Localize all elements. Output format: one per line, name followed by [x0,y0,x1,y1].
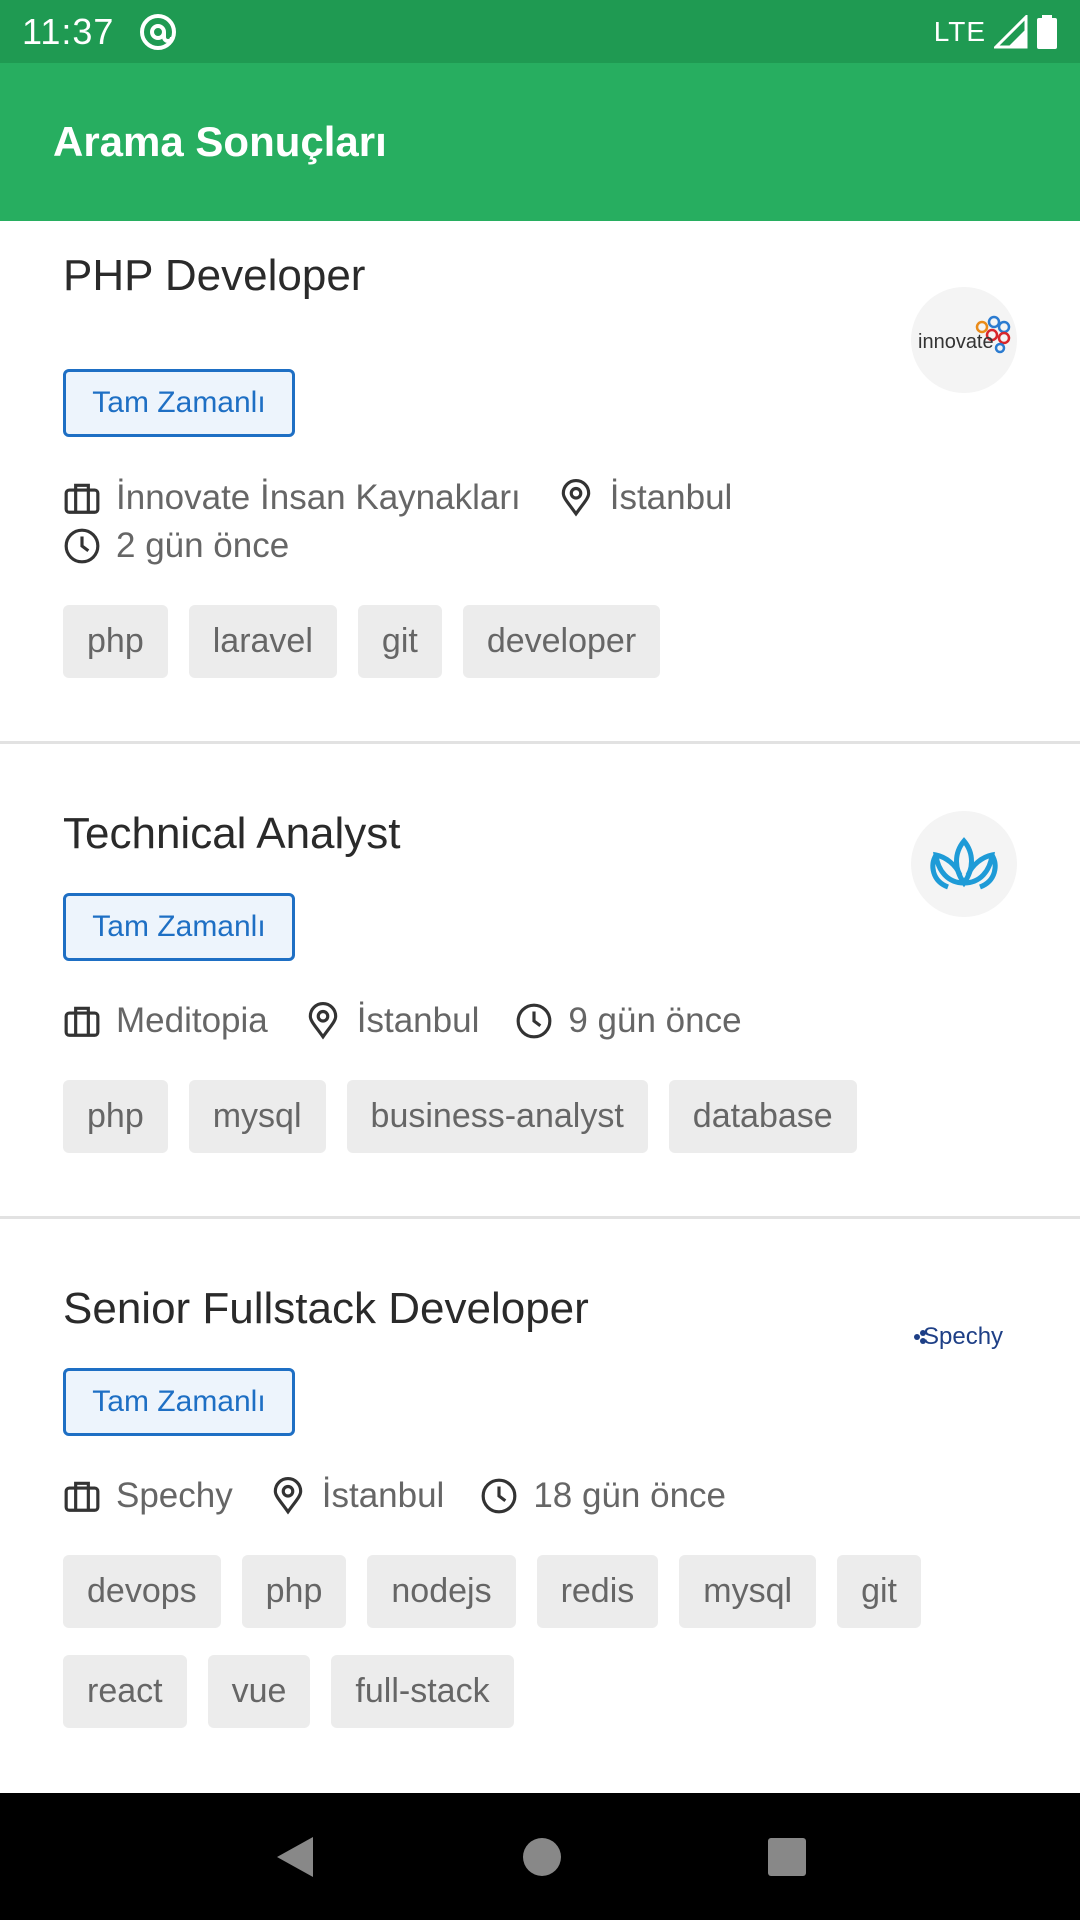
tag[interactable]: php [241,1555,347,1628]
tag[interactable]: nodejs [367,1555,516,1628]
tag[interactable]: git [837,1555,921,1628]
clock-icon [516,1003,552,1039]
job-title: Technical Analyst [63,809,401,858]
tag[interactable]: php [63,1080,168,1153]
tag[interactable]: vue [207,1655,311,1728]
tag[interactable]: php [63,605,168,678]
location-pin-icon [273,1477,303,1515]
employment-type-badge: Tam Zamanlı [63,893,295,961]
tag[interactable]: developer [462,605,661,678]
clock-icon [481,1478,517,1514]
status-bar: 11:37 LTE [0,0,1080,63]
location-info: İstanbul [269,1476,445,1516]
briefcase-icon [64,1006,100,1037]
location-pin-icon [308,1002,338,1040]
page-title: Arama Sonuçları [53,118,387,165]
job-card[interactable]: PHP Developer innovate Tam Zamanlı İnnov… [0,221,1080,744]
briefcase-icon [64,483,100,514]
tag[interactable]: git [357,605,442,678]
clock-icon [64,528,100,564]
company-info: Spechy [63,1476,233,1516]
tag[interactable]: redis [536,1555,659,1628]
tag-list: php laravel git developer [63,605,1017,678]
tag[interactable]: mysql [188,1080,326,1153]
tag[interactable]: laravel [188,605,337,678]
location-text: İstanbul [609,478,733,517]
job-title: Senior Fullstack Developer [63,1284,589,1333]
app-bar: Arama Sonuçları [0,63,1080,221]
posted-date: 9 gün önce [568,1001,742,1040]
system-nav-bar [0,1793,1080,1920]
posted-info: 9 gün önce [515,1001,742,1041]
job-meta: Spechy İstanbul 18 gün önce [63,1476,762,1516]
back-icon[interactable] [273,1833,317,1881]
home-icon[interactable] [522,1837,562,1877]
job-list: PHP Developer innovate Tam Zamanlı İnnov… [0,221,1080,1796]
tag[interactable]: mysql [679,1555,817,1628]
network-type: LTE [933,15,986,47]
location-text: İstanbul [321,1476,445,1515]
recents-icon[interactable] [767,1837,807,1877]
lotus-logo-icon [930,837,998,890]
location-info: İstanbul [557,478,733,518]
status-time: 11:37 [22,10,115,52]
employment-type-badge: Tam Zamanlı [63,1368,295,1436]
posted-info: 2 gün önce [63,526,289,566]
location-text: İstanbul [356,1001,480,1040]
spechy-logo-icon: Spechy [914,1323,1003,1350]
tag-list: php mysql business-analyst database [63,1080,1017,1153]
signal-icon [994,14,1028,48]
company-info: İnnovate İnsan Kaynakları [63,478,521,518]
posted-info: 18 gün önce [480,1476,726,1516]
posted-date: 2 gün önce [116,526,290,565]
posted-date: 18 gün önce [533,1476,727,1515]
battery-icon [1037,14,1057,49]
job-meta: Meditopia İstanbul 9 gün önce [63,1001,778,1041]
logo-text: innovate [918,331,994,353]
company-name: Meditopia [116,1001,268,1040]
location-info: İstanbul [304,1001,480,1041]
job-meta: İnnovate İnsan Kaynakları İstanbul [63,478,768,518]
briefcase-icon [64,1481,100,1512]
job-title: PHP Developer [63,251,366,300]
status-indicators: LTE [933,14,1058,49]
tag[interactable]: database [668,1080,857,1153]
tag[interactable]: business-analyst [346,1080,648,1153]
tag[interactable]: full-stack [331,1655,514,1728]
location-pin-icon [561,479,590,517]
innovate-logo-icon: innovate [918,315,1011,354]
company-name: İnnovate İnsan Kaynakları [116,478,521,517]
logo-text: Spechy [923,1323,1003,1350]
employment-type-badge: Tam Zamanlı [63,369,295,437]
company-logo: Spechy [911,1282,1017,1388]
company-logo: innovate [911,287,1017,393]
tag[interactable]: react [63,1655,187,1728]
job-card[interactable]: Technical Analyst Tam Zamanlı Meditopia … [0,744,1080,1219]
tag-list: devops php nodejs redis mysql git react … [63,1555,1017,1728]
job-card[interactable]: Senior Fullstack Developer Spechy Tam Za… [0,1219,1080,1796]
at-sign-icon [140,13,177,50]
company-logo [911,811,1017,917]
company-info: Meditopia [63,1001,268,1041]
company-name: Spechy [116,1476,233,1515]
job-meta-secondary: 2 gün önce [63,526,325,566]
tag[interactable]: devops [63,1555,221,1628]
